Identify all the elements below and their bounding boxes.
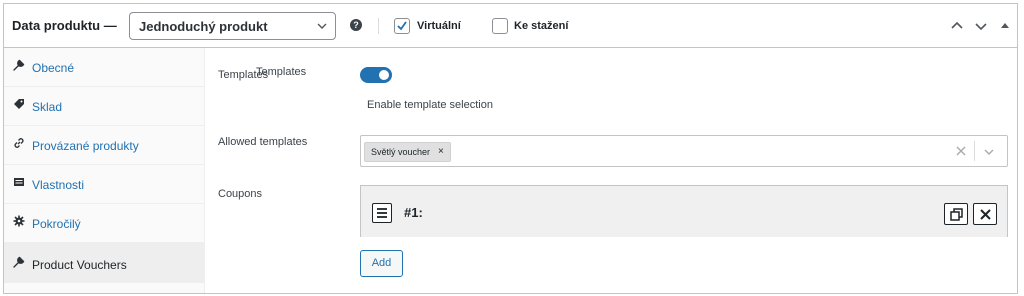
select-divider bbox=[974, 141, 975, 161]
wrench-icon bbox=[13, 59, 25, 71]
downloadable-checkbox[interactable] bbox=[492, 18, 508, 34]
panel-header: Data produktu — Jednoduchý produkt ? Vir… bbox=[4, 4, 1017, 48]
chevron-down-icon[interactable] bbox=[974, 19, 988, 33]
tab-label: Product Vouchers bbox=[32, 258, 127, 272]
tab-pokrocily[interactable]: Pokročilý bbox=[4, 204, 205, 243]
add-coupon-button[interactable]: Add bbox=[360, 250, 403, 277]
tab-label: Sklad bbox=[32, 100, 63, 114]
allowed-templates-label: Allowed templates bbox=[218, 136, 308, 148]
templates-description: Enable template selection bbox=[367, 99, 493, 111]
tab-sklad[interactable]: Sklad bbox=[4, 87, 205, 126]
link-icon bbox=[14, 138, 24, 148]
chevron-down-icon[interactable] bbox=[983, 147, 995, 157]
tag-icon bbox=[14, 99, 24, 109]
selected-template-chip: Světlý voucher × bbox=[364, 142, 451, 162]
help-icon[interactable]: ? bbox=[350, 19, 362, 31]
drag-handle-icon[interactable] bbox=[372, 203, 392, 223]
product-data-panel: Data produktu — Jednoduchý produkt ? Vir… bbox=[3, 3, 1018, 294]
panel-title: Data produktu — bbox=[12, 18, 117, 33]
list-icon bbox=[14, 178, 24, 186]
wrench-icon bbox=[13, 256, 25, 268]
chip-label: Světlý voucher bbox=[371, 147, 431, 157]
toggle-arrow-icon[interactable] bbox=[998, 19, 1012, 33]
checkmark-icon bbox=[397, 21, 407, 31]
duplicate-button[interactable] bbox=[944, 203, 968, 225]
product-type-value: Jednoduchý produkt bbox=[139, 19, 268, 34]
coupons-label: Coupons bbox=[218, 188, 263, 200]
tab-label: Vlastnosti bbox=[32, 178, 85, 192]
allowed-templates-select[interactable]: Světlý voucher × bbox=[360, 135, 1008, 167]
tab-label: Pokročilý bbox=[32, 217, 81, 231]
virtual-checkbox[interactable] bbox=[394, 18, 410, 34]
chevron-up-icon[interactable] bbox=[950, 19, 964, 33]
tab-label: Provázané produkty bbox=[32, 139, 139, 153]
duplicate-icon bbox=[950, 208, 963, 221]
chevron-down-icon bbox=[317, 23, 327, 29]
product-type-select[interactable]: Jednoduchý produkt bbox=[129, 12, 336, 40]
coupon-title: #1: bbox=[404, 205, 423, 220]
close-icon bbox=[980, 209, 991, 220]
gear-icon bbox=[13, 215, 25, 227]
tab-label: Obecné bbox=[32, 61, 75, 75]
coupon-item: #1: bbox=[360, 185, 1008, 237]
downloadable-label[interactable]: Ke stažení bbox=[514, 20, 568, 32]
tab-vlastnosti[interactable]: Vlastnosti bbox=[4, 165, 205, 204]
tab-product-vouchers[interactable]: Product Vouchers bbox=[4, 243, 205, 283]
virtual-label[interactable]: Virtuální bbox=[417, 20, 461, 32]
remove-button[interactable] bbox=[973, 203, 997, 225]
chip-remove-icon[interactable]: × bbox=[438, 143, 444, 161]
header-divider bbox=[378, 18, 379, 34]
templates-toggle[interactable] bbox=[360, 67, 392, 83]
tab-obecne[interactable]: Obecné bbox=[4, 48, 205, 87]
toggle-knob bbox=[379, 70, 389, 80]
menu-icon bbox=[377, 208, 387, 218]
product-data-tabs: Obecné Sklad Provázané produkty Vlastnos… bbox=[4, 48, 205, 293]
clear-icon[interactable] bbox=[955, 145, 967, 157]
tab-provazane-produkty[interactable]: Provázané produkty bbox=[4, 126, 205, 165]
templates-label-overlap: Templates bbox=[256, 66, 307, 78]
